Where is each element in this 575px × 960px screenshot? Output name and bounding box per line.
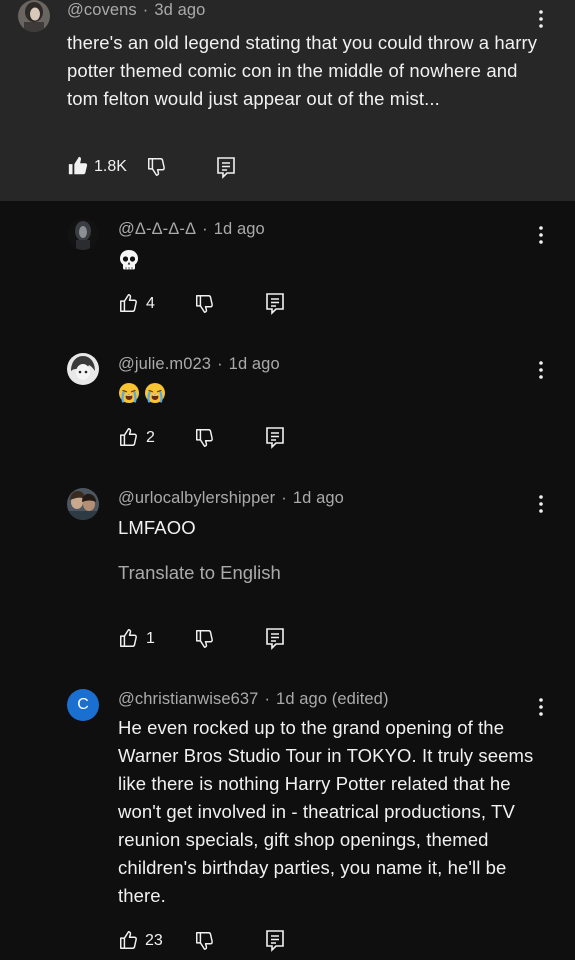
comment-meta: @covens · 3d ago <box>67 1 205 20</box>
avatar[interactable] <box>18 0 50 32</box>
meta-separator: · <box>281 489 287 507</box>
reply-comment-icon <box>266 628 284 650</box>
reply-comment-icon <box>217 157 235 179</box>
comment-text: LMFAOO <box>118 517 196 538</box>
comment-actions: 2 <box>118 425 318 455</box>
crying-face-emoji-icon <box>145 383 165 403</box>
more-vertical-icon <box>539 361 543 379</box>
thumbs-down-icon <box>196 295 213 313</box>
thumbs-down-icon <box>196 630 213 648</box>
dislike-button[interactable] <box>194 628 216 650</box>
timestamp: 1d ago <box>292 489 344 507</box>
avatar-letter: C <box>77 696 89 713</box>
like-button[interactable] <box>118 627 140 649</box>
comment-text: there's an old legend stating that you c… <box>67 32 538 109</box>
reply-comment-icon <box>266 930 284 952</box>
reply-button[interactable] <box>266 427 284 449</box>
meta-separator: · <box>264 690 271 708</box>
reply-button[interactable] <box>266 293 284 315</box>
timestamp: 3d ago <box>154 1 206 19</box>
dislike-button[interactable] <box>146 156 168 178</box>
more-vertical-icon <box>539 10 543 28</box>
more-options-button[interactable] <box>531 220 551 250</box>
comment-meta: @christianwise637 · 1d ago (edited) <box>118 690 389 709</box>
comment-emoji <box>118 249 140 271</box>
dislike-button[interactable] <box>194 427 216 449</box>
like-button[interactable] <box>118 292 140 314</box>
more-vertical-icon <box>539 495 543 513</box>
thumbs-down-icon <box>196 429 213 447</box>
avatar[interactable] <box>67 218 99 250</box>
author-name[interactable]: @urlocalbylershipper <box>118 489 275 507</box>
timestamp: 1d ago <box>228 355 280 373</box>
comment-emoji <box>118 382 166 404</box>
thumbs-up-icon <box>68 156 88 175</box>
more-vertical-icon <box>539 226 543 244</box>
dislike-button[interactable] <box>194 293 216 315</box>
comment-actions: 23 <box>118 928 318 958</box>
reply-button[interactable] <box>266 628 284 650</box>
comment-meta: @Δ-Δ-Δ-Δ · 1d ago <box>118 220 265 239</box>
translate-button[interactable]: Translate to English <box>118 562 281 584</box>
author-name[interactable]: @christianwise637 <box>118 690 258 708</box>
reply-comment-icon <box>266 427 284 449</box>
author-name[interactable]: @julie.m023 <box>118 355 211 373</box>
more-options-button[interactable] <box>531 355 551 385</box>
meta-separator: · <box>217 355 223 373</box>
avatar[interactable] <box>67 353 99 385</box>
comment-actions: 4 <box>118 291 318 321</box>
highlighted-parent-comment: @covens · 3d ago there's an old legend sta… <box>0 0 575 201</box>
thumbs-up-icon <box>120 931 137 949</box>
comment-actions: 1 <box>118 626 318 656</box>
thumbs-up-icon <box>120 629 137 647</box>
like-button[interactable] <box>118 426 140 448</box>
timestamp: 1d ago <box>213 220 265 238</box>
skull-emoji-icon <box>120 250 138 270</box>
thumbs-up-icon <box>120 294 137 312</box>
like-count: 1 <box>146 630 155 647</box>
like-count: 1.8K <box>94 158 127 175</box>
like-count: 2 <box>146 429 155 446</box>
comment-text: He even rocked up to the grand opening o… <box>118 717 534 906</box>
author-name[interactable]: @covens <box>67 1 137 19</box>
reply-button[interactable] <box>217 157 235 179</box>
like-button[interactable] <box>118 929 140 951</box>
avatar[interactable] <box>67 488 99 520</box>
thumbs-down-icon <box>148 158 165 176</box>
thumbs-down-icon <box>196 932 213 950</box>
avatar[interactable]: C <box>67 689 99 721</box>
dislike-button[interactable] <box>194 930 216 952</box>
reply-comment-icon <box>266 293 284 315</box>
comments-thread: @covens · 3d ago there's an old legend sta… <box>0 0 575 960</box>
thumbs-up-icon <box>120 428 137 446</box>
reply-button[interactable] <box>266 930 284 952</box>
comment-meta: @urlocalbylershipper · 1d ago <box>118 489 344 508</box>
comment-meta: @julie.m023 · 1d ago <box>118 355 280 374</box>
like-count: 23 <box>145 932 163 949</box>
like-count: 4 <box>146 295 155 312</box>
crying-face-emoji-icon <box>119 383 139 403</box>
comment-actions: 1.8K <box>67 155 267 185</box>
meta-separator: · <box>142 1 149 19</box>
author-name[interactable]: @Δ-Δ-Δ-Δ <box>118 220 196 238</box>
like-button[interactable] <box>67 155 89 177</box>
timestamp: 1d ago (edited) <box>276 690 389 708</box>
meta-separator: · <box>202 220 208 238</box>
